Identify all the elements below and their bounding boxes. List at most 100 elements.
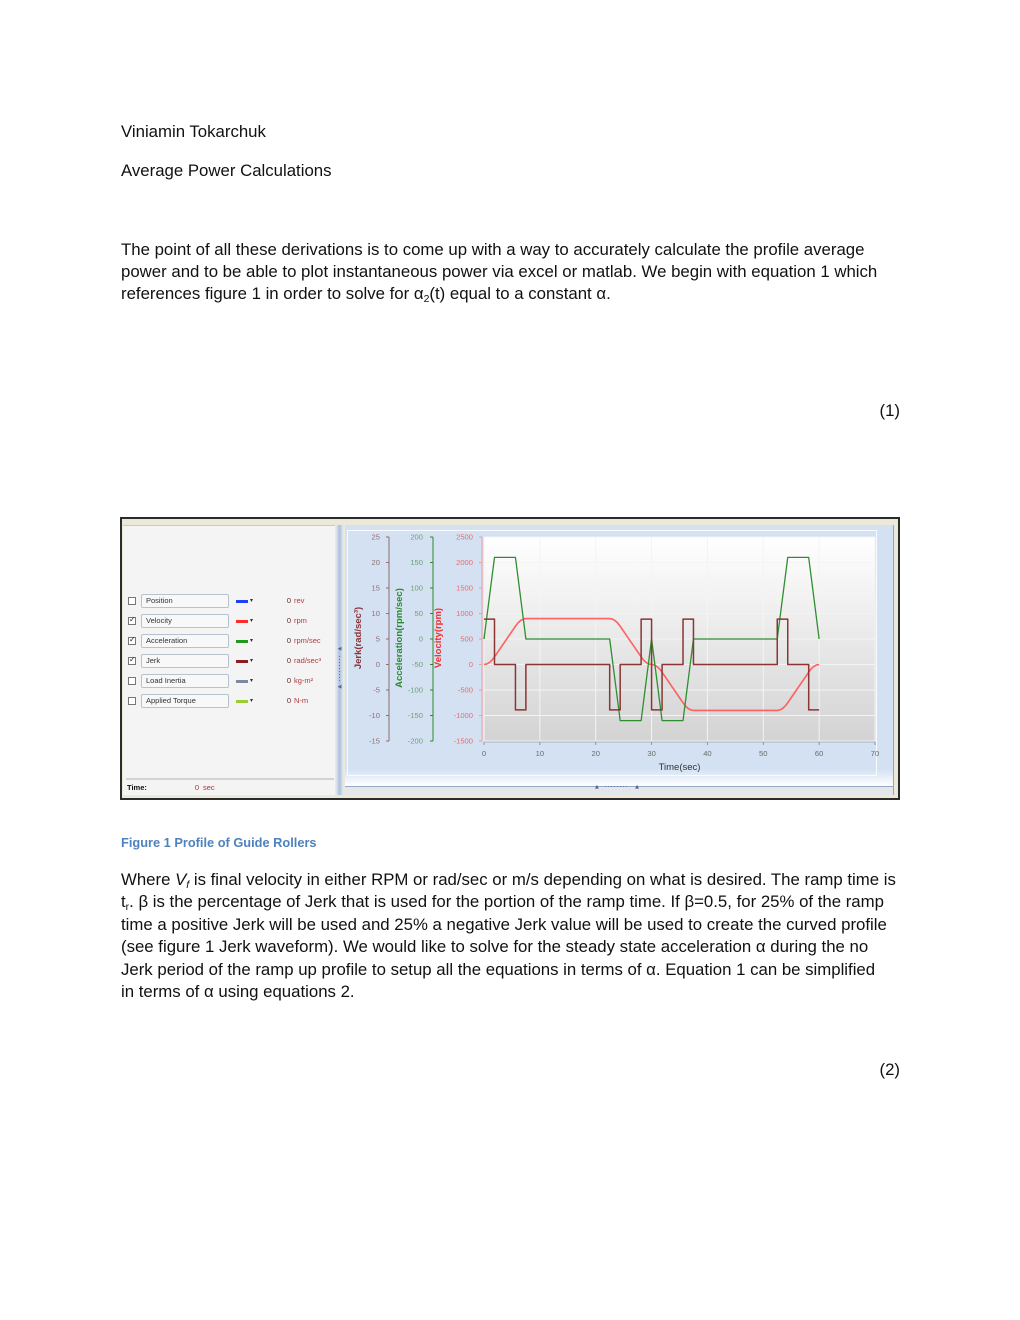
splitter-grip-dots: [339, 656, 340, 682]
applied-torque-value: 0: [286, 696, 291, 705]
load-inertia-value: 0: [286, 676, 291, 685]
acceleration-tick-label: 100: [410, 584, 423, 593]
jerk-tick-label: -15: [369, 737, 380, 746]
expand-up-arrow-icon[interactable]: ▲: [635, 783, 639, 791]
x-tick-label: 70: [871, 749, 879, 758]
check-icon: ✓: [129, 655, 136, 664]
paragraph-explanation: Where Vf is final velocity in either RPM…: [121, 869, 896, 1003]
collapse-left-arrow-icon[interactable]: ◀: [336, 684, 343, 690]
paragraph-intro: The point of all these derivations is to…: [121, 239, 877, 305]
chevron-down-icon[interactable]: ▾: [250, 595, 253, 607]
chevron-down-icon[interactable]: ▾: [250, 655, 253, 667]
velocity-unit: rpm: [294, 616, 307, 625]
expand-up-arrow-icon[interactable]: ▲: [595, 783, 599, 791]
position-label-field[interactable]: Position: [141, 594, 229, 608]
x-axis-title: Time(sec): [659, 762, 701, 773]
applied-torque-label-field[interactable]: Applied Torque: [141, 694, 229, 708]
chevron-down-icon[interactable]: ▾: [250, 635, 253, 647]
vertical-splitter[interactable]: ◀ ◀: [336, 525, 343, 795]
chart-panel: 0 10 20 30 40 50 60 70 Time(sec) 25 20 15 10 5 0 -5 -10-…: [345, 525, 893, 795]
text-segment: Where: [121, 870, 176, 889]
signal-row-velocity: ✓ Velocity ▾ 0 rpm: [123, 614, 335, 630]
horizontal-splitter-grip[interactable]: ▲ ▲: [595, 783, 639, 791]
signal-row-jerk: ✓ Jerk ▾ 0 rad/sec³: [123, 654, 335, 670]
panel-edge: [893, 525, 894, 795]
load-inertia-color-swatch[interactable]: [236, 680, 248, 683]
variable: V: [175, 870, 187, 889]
jerk-tick-label: 5: [376, 635, 380, 644]
velocity-value: 0: [286, 616, 291, 625]
acceleration-value: 0: [286, 636, 291, 645]
jerk-color-swatch[interactable]: [236, 660, 248, 663]
x-tick-label: 10: [536, 749, 544, 758]
acceleration-unit: rpm/sec: [294, 636, 321, 645]
text-segment: is final velocity in either RPM or rad/s…: [189, 870, 896, 889]
x-tick-label: 0: [482, 749, 486, 758]
paragraph-line: Where Vf is final velocity in either RPM…: [121, 869, 896, 891]
chevron-down-icon[interactable]: ▾: [250, 695, 253, 707]
figure-1-screenshot: ✓ Position ▾ 0 rev ✓ Velocity ▾ 0 rpm ✓ …: [120, 517, 900, 800]
chevron-down-icon[interactable]: ▾: [250, 675, 253, 687]
text-segment: . β is the percentage of Jerk that is us…: [129, 892, 884, 912]
acceleration-tick-label: -150: [408, 711, 423, 720]
velocity-color-swatch[interactable]: [236, 620, 248, 623]
acceleration-color-swatch[interactable]: [236, 640, 248, 643]
acceleration-tick-label: 200: [410, 533, 423, 542]
signal-panel: ✓ Position ▾ 0 rev ✓ Velocity ▾ 0 rpm ✓ …: [123, 525, 335, 795]
check-icon: ✓: [129, 615, 136, 624]
acceleration-tick-label: -100: [408, 686, 423, 695]
velocity-checkbox[interactable]: ✓: [128, 615, 136, 625]
acceleration-checkbox[interactable]: ✓: [128, 635, 136, 645]
jerk-label-field[interactable]: Jerk: [141, 654, 229, 668]
velocity-tick-label: -1000: [454, 711, 473, 720]
jerk-tick-label: 20: [372, 558, 380, 567]
paragraph-line: time a positive Jerk will be used and 25…: [121, 914, 887, 934]
figure-caption: Figure 1 Profile of Guide Rollers: [121, 835, 317, 850]
check-icon: ✓: [129, 635, 136, 644]
velocity-tick-label: -1500: [454, 737, 473, 746]
text-segment: references figure 1 in order to solve fo…: [121, 284, 424, 303]
velocity-label-field[interactable]: Velocity: [141, 614, 229, 628]
divider: [126, 778, 334, 780]
equation-1-number: (1): [879, 401, 900, 420]
acceleration-axis-title: Acceleration(rpm/sec): [394, 588, 405, 688]
jerk-tick-label: -5: [373, 686, 380, 695]
time-unit: sec: [203, 783, 215, 792]
jerk-checkbox[interactable]: ✓: [128, 655, 136, 665]
load-inertia-checkbox[interactable]: ✓: [128, 677, 136, 685]
collapse-left-arrow-icon[interactable]: ◀: [336, 646, 343, 652]
chevron-down-icon[interactable]: ▾: [250, 615, 253, 627]
signal-row-acceleration: ✓ Acceleration ▾ 0 rpm/sec: [123, 634, 335, 650]
jerk-tick-label: -10: [369, 711, 380, 720]
velocity-tick-label: 1000: [456, 609, 473, 618]
jerk-unit: rad/sec³: [294, 656, 322, 665]
position-color-swatch[interactable]: [236, 600, 248, 603]
grip-dots: [605, 786, 627, 787]
velocity-axis-title: Velocity(rpm): [433, 608, 444, 668]
load-inertia-label-field[interactable]: Load Inertia: [141, 674, 229, 688]
signal-row-position: ✓ Position ▾ 0 rev: [123, 594, 335, 610]
velocity-tick-label: 0: [469, 660, 473, 669]
text-segment: (t) equal to a constant α.: [429, 284, 611, 303]
paragraph-line: references figure 1 in order to solve fo…: [121, 283, 877, 305]
position-value: 0: [286, 596, 291, 605]
paragraph-line: Jerk period of the ramp up profile to se…: [121, 959, 876, 979]
velocity-tick-label: 2000: [456, 558, 473, 567]
jerk-value: 0: [286, 656, 291, 665]
applied-torque-color-swatch[interactable]: [236, 700, 248, 703]
time-value: 0: [194, 783, 199, 792]
paragraph-line: tr. β is the percentage of Jerk that is …: [121, 891, 896, 913]
equation-2-number: (2): [879, 1060, 900, 1079]
author-name: Viniamin Tokarchuk: [121, 122, 266, 141]
acceleration-label-field[interactable]: Acceleration: [141, 634, 229, 648]
applied-torque-checkbox[interactable]: ✓: [128, 697, 136, 705]
load-inertia-unit: kg-m²: [294, 676, 314, 685]
paragraph-line: The point of all these derivations is to…: [121, 240, 865, 259]
position-checkbox[interactable]: ✓: [128, 597, 136, 605]
x-tick-label: 40: [703, 749, 711, 758]
paragraph-line: in terms of α using equations 2.: [121, 981, 355, 1001]
velocity-tick-label: 2500: [456, 533, 473, 542]
position-unit: rev: [294, 596, 305, 605]
jerk-tick-label: 0: [376, 660, 380, 669]
acceleration-tick-label: 150: [410, 558, 423, 567]
